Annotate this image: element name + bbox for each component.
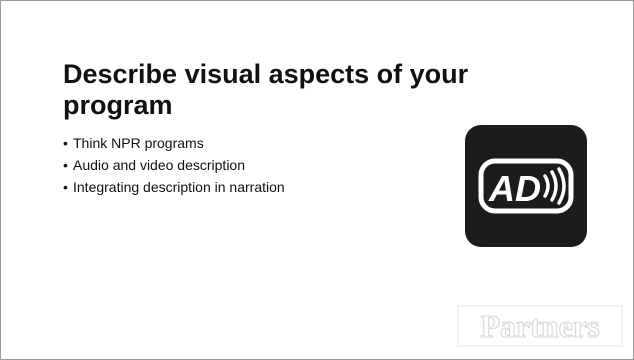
audio-description-icon: AD (465, 125, 587, 247)
bullet-marker: • (63, 179, 68, 195)
bullet-item: • Audio and video description (63, 154, 285, 176)
watermark-text: Partners (480, 308, 599, 344)
audio-description-graphic: AD (478, 158, 574, 214)
bullet-item: • Think NPR programs (63, 132, 285, 154)
bullet-text: Think NPR programs (73, 135, 204, 151)
slide-title: Describe visual aspects of your program (63, 59, 469, 120)
bullet-marker: • (63, 135, 68, 151)
bullet-list: • Think NPR programs • Audio and video des… (63, 132, 285, 198)
bullet-marker: • (63, 157, 68, 173)
bullet-item: • Integrating description in narration (63, 176, 285, 198)
audio-description-letters: AD (488, 168, 541, 209)
bullet-text: Integrating description in narration (73, 179, 285, 195)
bullet-text: Audio and video description (73, 157, 246, 173)
partners-watermark: Partners (457, 305, 623, 347)
slide: Describe visual aspects of your program … (0, 0, 634, 360)
